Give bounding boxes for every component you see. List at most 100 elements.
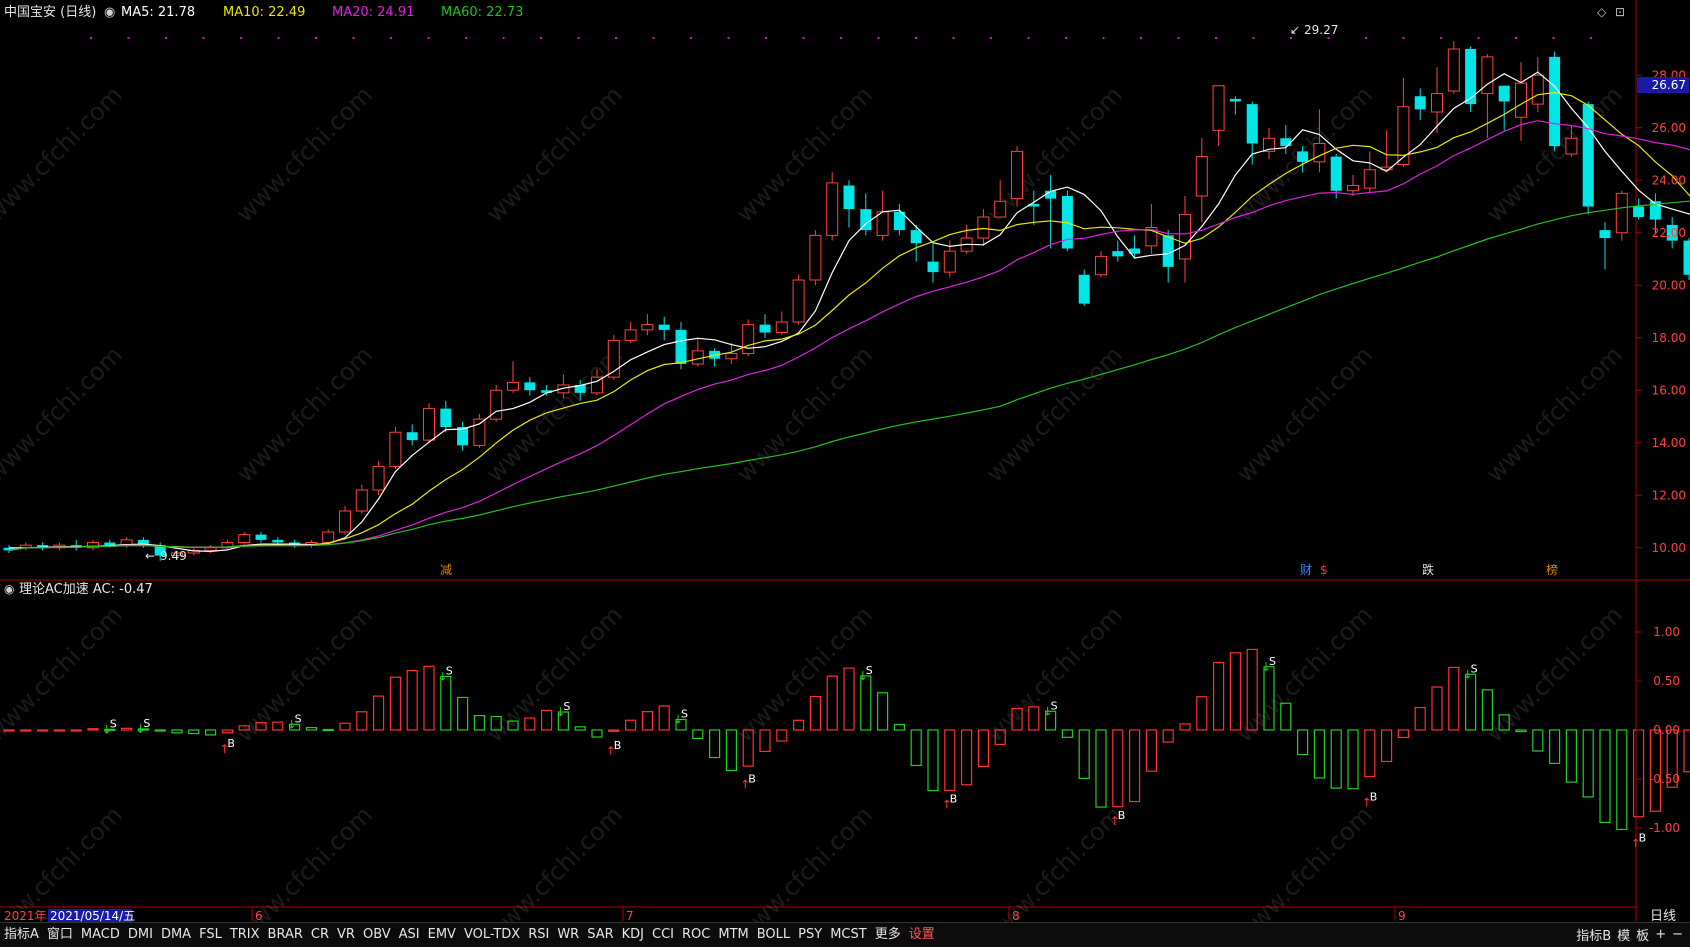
candle-body [1163,235,1174,267]
indicator-toggle-icon[interactable]: ◉ [4,582,14,596]
candle-body [1600,230,1611,238]
ac-bar [71,730,81,731]
candle-body [1180,214,1191,259]
tab-settings[interactable]: 设置 [905,924,939,946]
diamond-icon[interactable]: ◇ [1597,5,1607,19]
event-reduce-icon[interactable]: 减 [440,563,452,577]
candle-body [272,540,283,543]
ma-toggle-icon[interactable]: ◉ [104,5,115,20]
tab-trix[interactable]: TRIX [226,924,264,946]
tab-fsl[interactable]: FSL [195,924,226,946]
moving-average-lines [9,72,1690,551]
marker-dot [203,37,205,39]
event-finance-icon[interactable]: 财 [1300,563,1312,577]
tab-cci[interactable]: CCI [648,924,678,946]
marker-dot [728,37,730,39]
event-rank-icon[interactable]: 榜 [1546,562,1558,577]
indicator-tick-label: -0.50 [1649,772,1680,786]
right-tab-group: 指标B 模 板 + − [1573,923,1686,945]
buy-signal-label: B [227,737,235,750]
marker-dot [878,37,880,39]
candle-body [1448,49,1459,91]
ac-bar [1566,730,1576,782]
remove-icon[interactable]: − [1669,927,1686,942]
ac-bar [206,730,216,735]
sell-signal-label: S [1269,655,1276,668]
tab-board[interactable]: 板 [1633,925,1652,944]
ac-bar [38,730,48,731]
tab-sar[interactable]: SAR [583,924,617,946]
tab-vr[interactable]: VR [333,924,359,946]
price-tick-label: 18.00 [1652,331,1686,345]
watermark-text: www.cfchi.com [231,81,378,228]
tab-obv[interactable]: OBV [359,924,395,946]
tab-cr[interactable]: CR [307,924,333,946]
tab-more[interactable]: 更多 [871,924,905,946]
marker-dot [1178,37,1180,39]
tab-dma[interactable]: DMA [157,924,195,946]
marker-dot [1440,37,1442,39]
marker-dot [503,37,505,39]
sell-signal-label: S [143,717,150,730]
watermark-text: www.cfchi.com [981,341,1128,488]
stock-title: 中国宝安 (日线) [4,5,96,20]
marker-dot [1515,37,1517,39]
ac-bar [626,720,636,730]
ac-bar [810,697,820,730]
ac-bar [542,710,552,730]
ac-bar [4,730,14,731]
tab-dmi[interactable]: DMI [124,924,157,946]
sell-signal-label: S [295,712,302,725]
top-marker-dots [90,37,1592,39]
ac-bar [21,730,31,731]
candle-body [1297,151,1308,162]
marker-dot [1065,37,1067,39]
marker-dot [1253,37,1255,39]
price-tick-label: 26.00 [1652,121,1686,135]
watermark-text: www.cfchi.com [731,341,878,488]
candle-body [1633,207,1644,218]
tab-rsi[interactable]: RSI [524,924,553,946]
ac-bar [323,729,333,730]
tab-kdj[interactable]: KDJ [618,924,648,946]
tab-window[interactable]: 窗口 [43,924,77,946]
ac-bar [878,693,888,730]
price-tick-label: 24.00 [1652,173,1686,187]
tab-brar[interactable]: BRAR [264,924,307,946]
event-dollar-icon[interactable]: $ [1320,563,1328,577]
marker-dot [990,37,992,39]
window-restore-icon[interactable]: ⊡ [1615,5,1625,19]
tab-mcst[interactable]: MCST [826,924,871,946]
buy-signal-label: B [748,773,756,786]
ac-bar [659,706,669,730]
ac-bar [1348,730,1358,789]
sell-signal-label: S [446,664,453,677]
ac-bar [88,729,98,730]
tab-vol-tdx[interactable]: VOL-TDX [460,924,524,946]
marker-dot [540,37,542,39]
tab-indicator-b[interactable]: 指标B [1573,925,1614,944]
event-fall-icon[interactable]: 跌 [1422,562,1434,577]
tab-template[interactable]: 模 [1614,925,1633,944]
ac-bar [1180,724,1190,730]
tab-emv[interactable]: EMV [424,924,460,946]
tab-wr[interactable]: WR [553,924,583,946]
tab-psy[interactable]: PSY [794,924,826,946]
candle-body [760,325,771,333]
tab-macd[interactable]: MACD [77,924,124,946]
marker-dot [953,37,955,39]
watermark-text: www.cfchi.com [231,601,378,748]
tab-boll[interactable]: BOLL [753,924,794,946]
tab-indicator-a[interactable]: 指标A [0,924,43,946]
tab-roc[interactable]: ROC [678,924,714,946]
tab-mtm[interactable]: MTM [714,924,752,946]
tab-asi[interactable]: ASI [395,924,424,946]
watermark-text: www.cfchi.com [981,601,1128,748]
month-label-8: 8 [1012,909,1020,923]
ac-bar [1163,730,1173,742]
ac-bar [1382,730,1392,761]
candle-body [424,409,435,441]
ac-bar [1331,730,1341,788]
add-icon[interactable]: + [1652,927,1669,942]
candle-body [1247,104,1258,143]
